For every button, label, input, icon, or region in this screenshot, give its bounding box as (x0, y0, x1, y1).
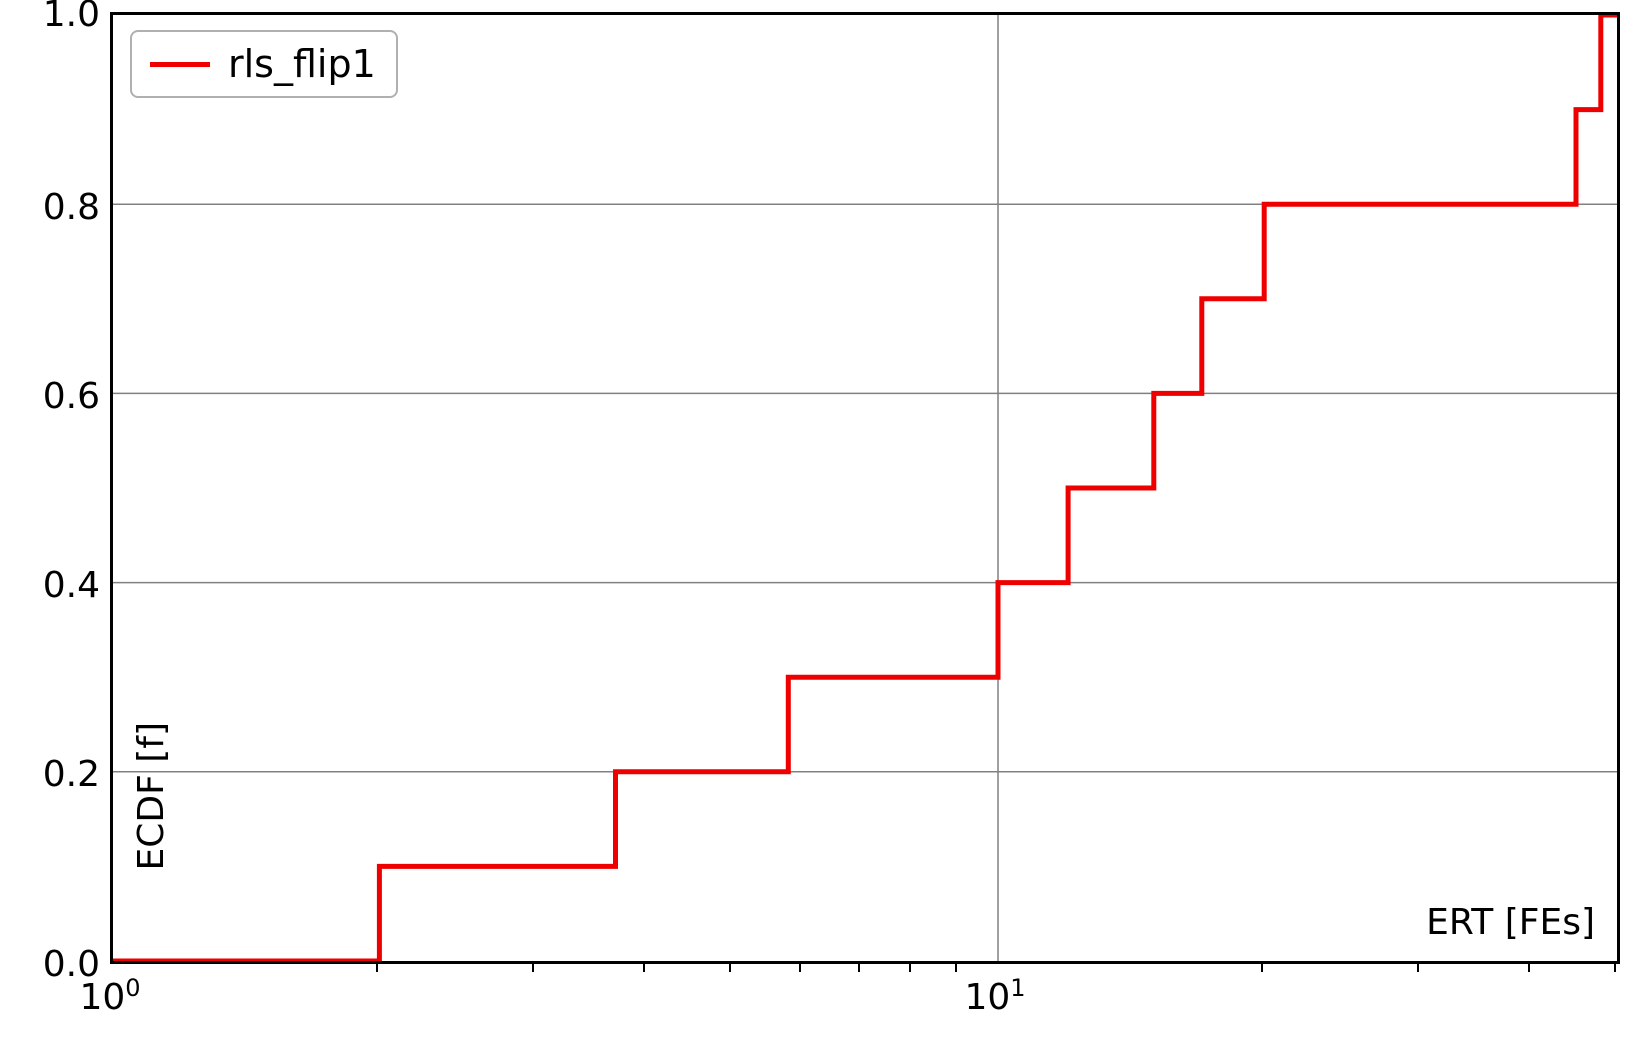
legend: rls_flip1 (130, 30, 398, 98)
y-axis-label: ECDF [f] (131, 722, 172, 871)
series-rls-flip1 (113, 15, 1617, 961)
minor-tick-4 (643, 964, 645, 972)
y-tick-0-8: 0.8 (10, 187, 100, 228)
minor-tick-40 (1528, 964, 1530, 972)
plot-svg (113, 15, 1617, 961)
legend-swatch-rls-flip1 (150, 62, 210, 67)
minor-tick-50 (1614, 964, 1616, 972)
x-axis-label: ERT [FEs] (1426, 902, 1595, 943)
minor-tick-8 (909, 964, 911, 972)
legend-label-rls-flip1: rls_flip1 (228, 42, 376, 86)
minor-tick-20 (1261, 964, 1263, 972)
minor-tick-9 (955, 964, 957, 972)
minor-tick-30 (1417, 964, 1419, 972)
ecdf-chart: ECDF [f] ERT [FEs] rls_flip1 0.0 0.2 0.4… (0, 0, 1636, 1046)
minor-tick-7 (858, 964, 860, 972)
y-tick-1-0: 1.0 (10, 0, 100, 35)
minor-tick-2 (376, 964, 378, 972)
minor-tick-5 (729, 964, 731, 972)
x-tick-10: 101 (964, 974, 1025, 1018)
y-tick-0-4: 0.4 (10, 565, 100, 606)
plot-area: ECDF [f] ERT [FEs] (110, 12, 1620, 964)
x-tick-1: 100 (79, 974, 140, 1018)
y-tick-0-2: 0.2 (10, 754, 100, 795)
minor-tick-6 (799, 964, 801, 972)
minor-tick-3 (532, 964, 534, 972)
y-tick-0-6: 0.6 (10, 376, 100, 417)
